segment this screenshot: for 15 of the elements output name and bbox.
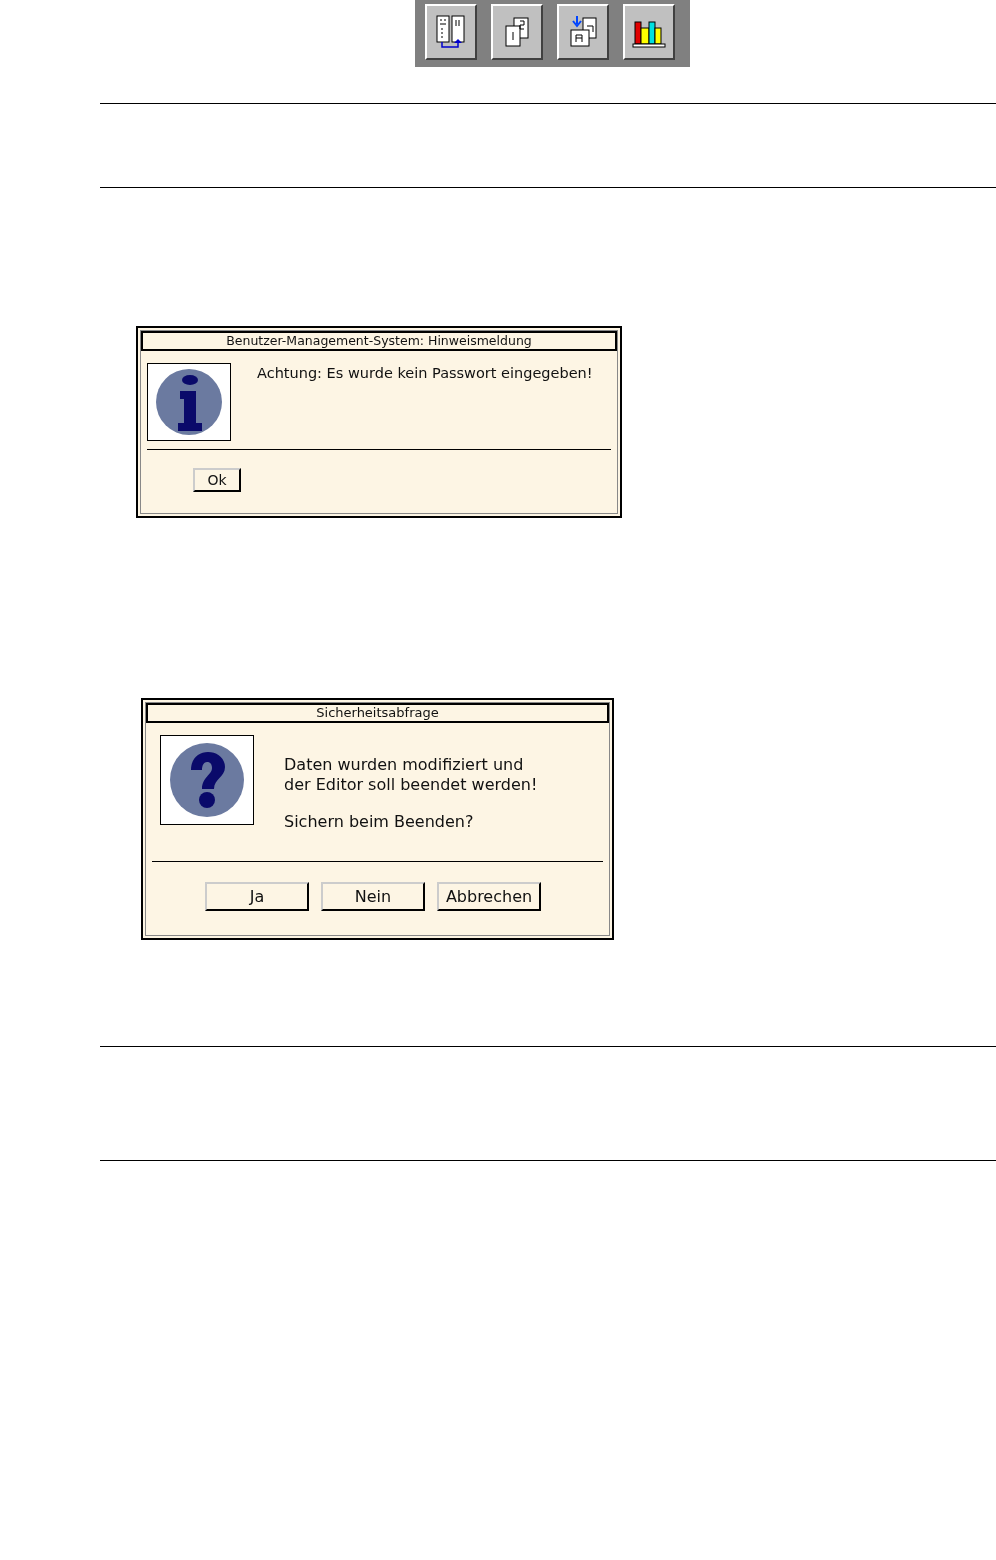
dialog-button[interactable]: Nein <box>321 882 425 911</box>
dialog-button[interactable]: Abbrechen <box>437 882 541 911</box>
message-text: Daten wurden modifiziert und der Editor soll beendet werden! <box>284 755 539 795</box>
dialog-button[interactable]: Ja <box>205 882 309 911</box>
message-text: Achtung: Es wurde kein Passwort eingegeben! <box>257 365 594 381</box>
info-icon <box>154 367 224 437</box>
message-text: Sichern beim Beenden? <box>284 812 475 832</box>
toolbar-button[interactable] <box>623 4 675 60</box>
question-icon <box>169 742 245 818</box>
toolbar-button[interactable] <box>425 4 477 60</box>
dialog-title: Benutzer-Management-System: Hinweismeldung <box>141 331 617 351</box>
toolbar-button[interactable] <box>557 4 609 60</box>
dialog-title: Sicherheitsabfrage <box>146 703 609 723</box>
toolbar-button[interactable] <box>491 4 543 60</box>
dialog-button[interactable]: Ok <box>193 468 241 492</box>
